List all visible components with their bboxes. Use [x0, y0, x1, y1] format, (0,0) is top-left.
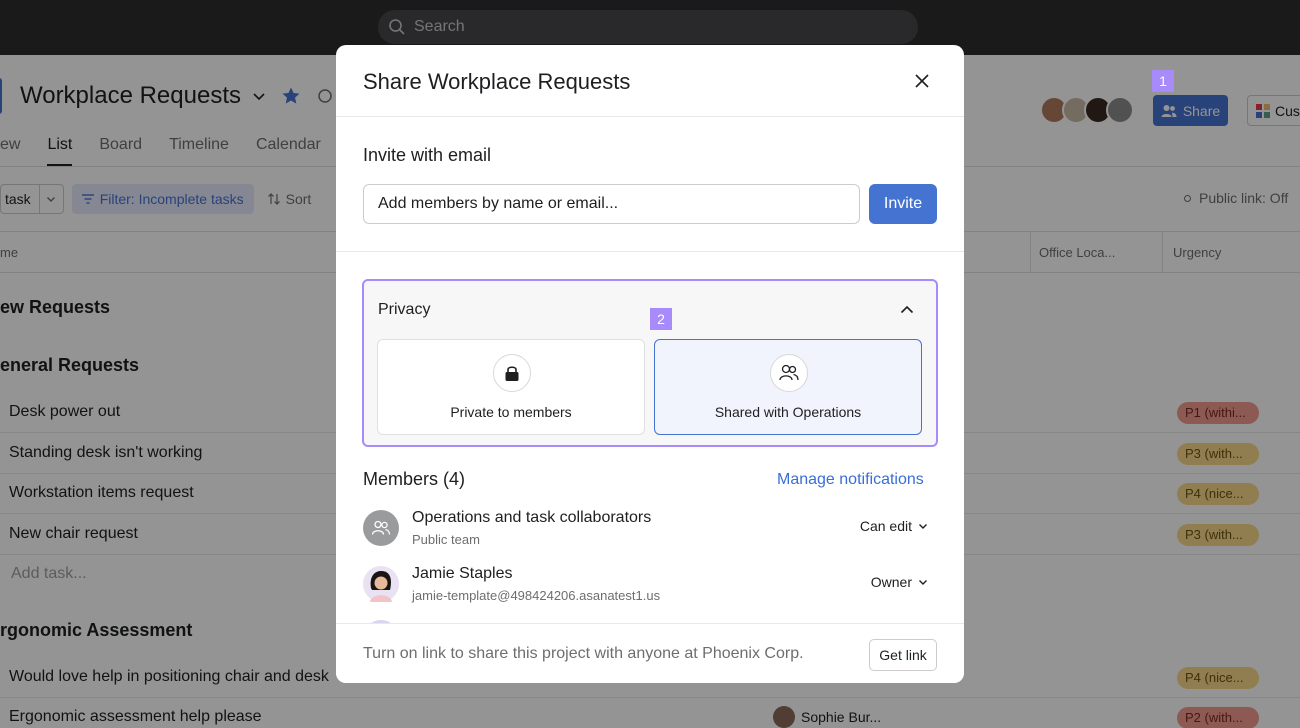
user-photo-icon	[370, 571, 392, 602]
member-name: Operations and task collaborators	[412, 509, 652, 526]
people-icon	[371, 520, 391, 535]
chevron-up-icon	[900, 305, 914, 314]
get-link-button[interactable]: Get link	[869, 639, 937, 671]
invite-heading: Invite with email	[363, 145, 492, 165]
link-share-hint: Turn on link to share this project with …	[363, 645, 804, 662]
member-name: Jamie Staples	[412, 565, 513, 582]
privacy-icon-circle	[770, 354, 808, 392]
member-role-dropdown[interactable]: Owner	[871, 574, 928, 590]
privacy-option-shared[interactable]: Shared with Operations	[654, 339, 922, 435]
lock-icon	[505, 366, 519, 381]
member-email: jamie-template@498424206.asanatest1.us	[412, 588, 661, 603]
share-dialog: Share Workplace Requests Invite with ema…	[336, 45, 964, 683]
privacy-icon-circle	[493, 354, 531, 392]
dialog-footer: Turn on link to share this project with …	[336, 623, 964, 683]
chevron-down-icon	[919, 524, 927, 529]
annotation-marker-2: 2	[650, 308, 672, 330]
members-heading: Members (4)	[363, 469, 466, 489]
member-role: Can edit	[859, 518, 912, 534]
invite-button[interactable]: Invite	[869, 184, 937, 224]
member-subtitle: Public team	[412, 532, 480, 547]
privacy-option-private[interactable]: Private to members	[377, 339, 645, 435]
dialog-title: Share Workplace Requests	[363, 69, 631, 94]
manage-notifications-link[interactable]: Manage notifications	[777, 471, 924, 489]
close-icon	[915, 74, 929, 88]
member-role-dropdown[interactable]: Can edit	[860, 518, 928, 534]
invite-email-input[interactable]	[363, 184, 860, 224]
privacy-heading: Privacy	[378, 301, 431, 318]
team-avatar	[363, 510, 399, 546]
divider	[336, 251, 964, 252]
close-button[interactable]	[910, 69, 934, 93]
annotation-marker-1: 1	[1152, 70, 1174, 92]
privacy-option-label: Shared with Operations	[714, 404, 862, 420]
member-role: Owner	[870, 574, 912, 590]
privacy-collapse-button[interactable]	[896, 299, 918, 321]
chevron-down-icon	[919, 580, 927, 585]
avatar	[363, 566, 399, 602]
privacy-option-label: Private to members	[450, 404, 572, 420]
member-row: Jamie Staples jamie-template@498424206.a…	[363, 565, 933, 614]
privacy-panel: Privacy Private to members Shared with O…	[362, 279, 938, 447]
people-icon	[779, 364, 799, 381]
member-row: Operations and task collaborators Public…	[363, 509, 933, 558]
dialog-header: Share Workplace Requests	[336, 45, 964, 117]
